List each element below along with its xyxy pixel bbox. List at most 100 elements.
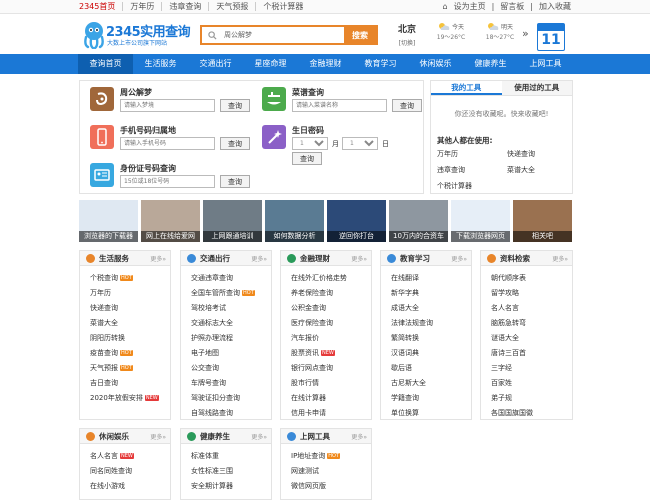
list-item[interactable]: 吉日查询 <box>90 376 170 391</box>
add-favorite-link[interactable]: 加入收藏 <box>536 2 574 11</box>
list-item[interactable]: 银行网点查询 <box>291 361 371 376</box>
tab-my-tools[interactable]: 我的工具 <box>431 81 502 95</box>
list-item[interactable]: 标准体重 <box>191 449 271 464</box>
picture-link[interactable]: 如何数据分析 <box>265 200 324 242</box>
list-item[interactable]: 万年历 <box>90 286 170 301</box>
category-more-link[interactable]: 更多» <box>150 432 166 441</box>
list-item[interactable]: 同名同姓查询 <box>90 464 170 479</box>
list-item[interactable]: 公积金查询 <box>291 301 371 316</box>
birthday-day-select[interactable]: 1 <box>342 137 378 150</box>
others-item[interactable]: 个税计算器 <box>437 181 507 191</box>
list-item[interactable]: 驾驶证扣分查询 <box>191 391 271 406</box>
list-item[interactable]: 留学攻略 <box>491 286 572 301</box>
list-item[interactable]: 在线计算器 <box>291 391 371 406</box>
nav-life[interactable]: 生活服务 <box>133 54 188 74</box>
list-item[interactable]: 股市行情 <box>291 376 371 391</box>
message-board-link[interactable]: 留言板 <box>497 2 527 11</box>
list-item[interactable]: 汽车报价 <box>291 331 371 346</box>
category-more-link[interactable]: 更多» <box>351 432 367 441</box>
list-item[interactable]: 学籍查询 <box>391 391 471 406</box>
nav-health[interactable]: 健康养生 <box>463 54 518 74</box>
phone-input[interactable] <box>120 137 215 150</box>
tab-used-tools[interactable]: 使用过的工具 <box>501 81 572 95</box>
top-link-violation[interactable]: 违章查询 <box>162 2 210 11</box>
weather-more-arrow-icon[interactable]: » <box>522 22 529 54</box>
nav-finance[interactable]: 金融理财 <box>298 54 353 74</box>
list-item[interactable]: 疫苗查询 HOT <box>90 346 170 361</box>
list-item[interactable]: 谜语大全 <box>491 331 572 346</box>
list-item[interactable]: IP地址查询 HOT <box>291 449 371 464</box>
picture-link[interactable]: 网上在线给爱网 <box>141 200 200 242</box>
site-logo[interactable]: 2345实用查询 大数上市公司旗下网站 <box>82 19 191 51</box>
list-item[interactable]: 股票资讯 NEW <box>291 346 371 361</box>
list-item[interactable]: 个税查询 HOT <box>90 271 170 286</box>
list-item[interactable]: 天气预报 HOT <box>90 361 170 376</box>
list-item[interactable]: 自驾线路查询 <box>191 406 271 421</box>
list-item[interactable]: 快递查询 <box>90 301 170 316</box>
nav-entertainment[interactable]: 休闲娱乐 <box>408 54 463 74</box>
list-item[interactable]: 安全期计算器 <box>191 479 271 494</box>
recipe-query-button[interactable]: 查询 <box>392 99 422 112</box>
list-item[interactable]: 各国国旗国徽 <box>491 406 572 421</box>
list-item[interactable]: 公交查询 <box>191 361 271 376</box>
nav-horoscope[interactable]: 星座命理 <box>243 54 298 74</box>
others-item[interactable]: 万年历 <box>437 149 507 159</box>
list-item[interactable]: 信用卡申请 <box>291 406 371 421</box>
list-item[interactable]: 医疗保险查询 <box>291 316 371 331</box>
dream-input[interactable] <box>120 99 215 112</box>
picture-link[interactable]: 相关吧 <box>513 200 572 242</box>
nav-web-tools[interactable]: 上网工具 <box>518 54 573 74</box>
list-item[interactable]: 朝代顺序表 <box>491 271 572 286</box>
nav-traffic[interactable]: 交通出行 <box>188 54 243 74</box>
search-input[interactable] <box>202 27 344 43</box>
others-item[interactable]: 违章查询 <box>437 165 507 175</box>
picture-link[interactable]: 逆回你打台 <box>327 200 386 242</box>
picture-link[interactable]: 10万内的合资车 <box>389 200 448 242</box>
search-button[interactable]: 搜索 <box>344 27 376 43</box>
list-item[interactable]: 百家姓 <box>491 376 572 391</box>
list-item[interactable]: 名人名言 NEW <box>90 449 170 464</box>
list-item[interactable]: 交通违章查询 <box>191 271 271 286</box>
list-item[interactable]: 在线小游戏 <box>90 479 170 494</box>
city-switch-link[interactable]: [切换] <box>396 38 418 47</box>
category-more-link[interactable]: 更多» <box>451 254 467 263</box>
list-item[interactable]: 单位换算 <box>391 406 471 421</box>
idcard-input[interactable] <box>120 175 215 188</box>
birthday-month-select[interactable]: 1 <box>292 137 328 150</box>
list-item[interactable]: 交通标志大全 <box>191 316 271 331</box>
list-item[interactable]: 名人名言 <box>491 301 572 316</box>
list-item[interactable]: 微信网页版 <box>291 479 371 494</box>
category-more-link[interactable]: 更多» <box>150 254 166 263</box>
list-item[interactable]: 驾校培考试 <box>191 301 271 316</box>
list-item[interactable]: 女性标准三围 <box>191 464 271 479</box>
phone-query-button[interactable]: 查询 <box>220 137 250 150</box>
category-more-link[interactable]: 更多» <box>251 432 267 441</box>
list-item[interactable]: 古尼斯大全 <box>391 376 471 391</box>
category-more-link[interactable]: 更多» <box>351 254 367 263</box>
list-item[interactable]: 在线翻译 <box>391 271 471 286</box>
recipe-input[interactable] <box>292 99 387 112</box>
set-homepage-link[interactable]: 设为主页 <box>451 2 489 11</box>
list-item[interactable]: 护照办理流程 <box>191 331 271 346</box>
list-item[interactable]: 菜谱大全 <box>90 316 170 331</box>
list-item[interactable]: 繁简转换 <box>391 331 471 346</box>
list-item[interactable]: 养老保险查询 <box>291 286 371 301</box>
birthday-query-button[interactable]: 查询 <box>292 152 322 165</box>
list-item[interactable]: 成语大全 <box>391 301 471 316</box>
list-item[interactable]: 法律法规查询 <box>391 316 471 331</box>
picture-link[interactable]: 浏览器的下载器 <box>79 200 138 242</box>
list-item[interactable]: 唐诗三百首 <box>491 346 572 361</box>
list-item[interactable]: 歇后语 <box>391 361 471 376</box>
list-item[interactable]: 车牌号查询 <box>191 376 271 391</box>
list-item[interactable]: 网速测试 <box>291 464 371 479</box>
list-item[interactable]: 脑筋急转弯 <box>491 316 572 331</box>
picture-link[interactable]: 下载浏览器网页 <box>451 200 510 242</box>
category-more-link[interactable]: 更多» <box>552 254 568 263</box>
others-item[interactable]: 菜谱大全 <box>507 165 567 175</box>
nav-home[interactable]: 查询首页 <box>78 54 133 74</box>
calendar-widget[interactable]: 11 <box>537 23 565 51</box>
list-item[interactable]: 阴阳历转换 <box>90 331 170 346</box>
dream-query-button[interactable]: 查询 <box>220 99 250 112</box>
picture-link[interactable]: 上网跟通培训 <box>203 200 262 242</box>
list-item[interactable]: 三字经 <box>491 361 572 376</box>
